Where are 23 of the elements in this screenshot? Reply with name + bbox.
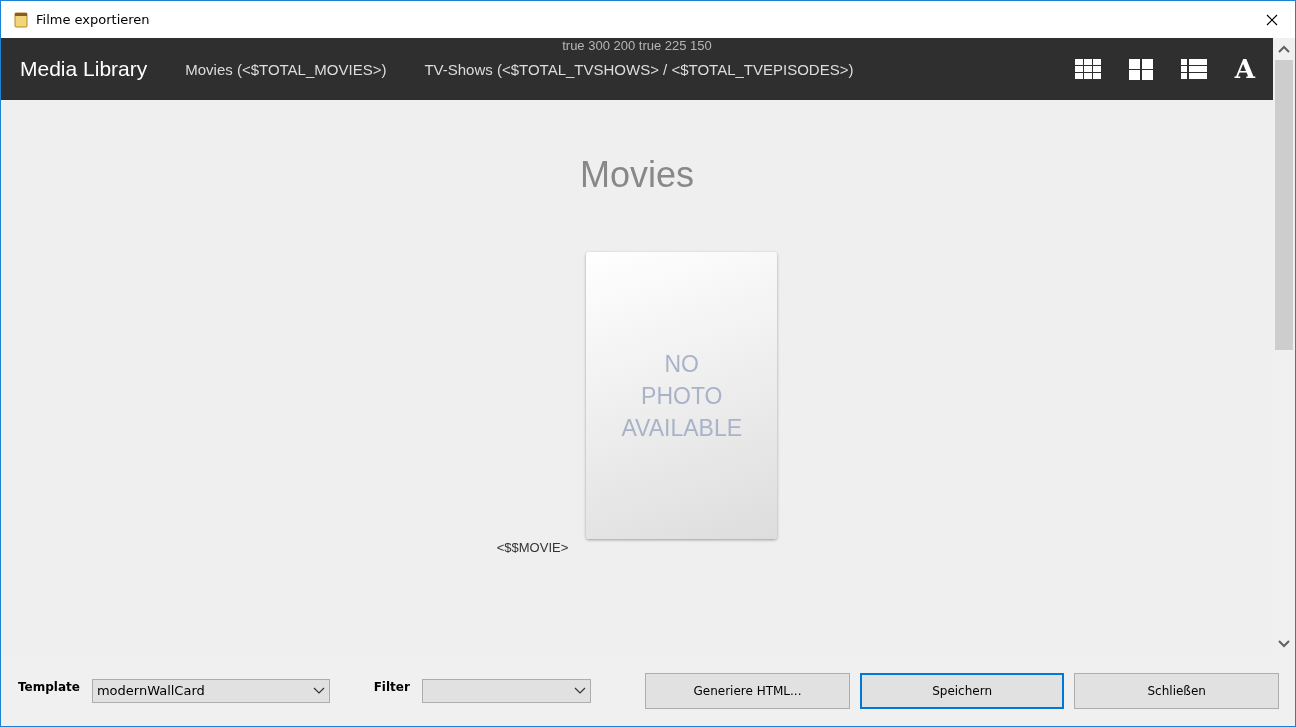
dropdown-chevron-icon [574, 687, 587, 694]
nav-link[interactable]: Movies (<$TOTAL_MOVIES>) [185, 60, 387, 78]
dialog-button[interactable]: Speichern [859, 672, 1065, 709]
font-button[interactable]: A [1234, 56, 1255, 82]
dialog-button[interactable]: Schließen [1074, 672, 1279, 709]
no-photo-text: NO PHOTO AVAILABLE [621, 349, 743, 443]
list-view-icon[interactable] [1180, 59, 1207, 79]
section-heading: Movies [580, 154, 694, 196]
dialog-button[interactable]: Generiere HTML... [645, 672, 850, 709]
scroll-thumb[interactable] [1275, 60, 1293, 350]
template-label: Template [18, 679, 80, 694]
debug-text: true 300 200 true 225 150 [561, 38, 713, 53]
window-title: Filme exportieren [36, 12, 151, 27]
template-dropdown[interactable]: modernWallCard [91, 678, 330, 703]
nav-link[interactable]: TV-Shows (<$TOTAL_TVSHOWS> / <$TOTAL_TVEPISODES>) [424, 60, 854, 78]
notepad-icon [14, 11, 28, 28]
filter-label: Filter [373, 679, 410, 694]
movie-caption: <$$MOVIE> [496, 540, 569, 555]
close-icon [1266, 13, 1278, 26]
brand-link[interactable]: Media Library [20, 57, 148, 81]
tile-view-icon[interactable] [1128, 58, 1153, 80]
dropdown-chevron-icon [312, 687, 325, 694]
grid-view-icon[interactable] [1074, 59, 1101, 79]
